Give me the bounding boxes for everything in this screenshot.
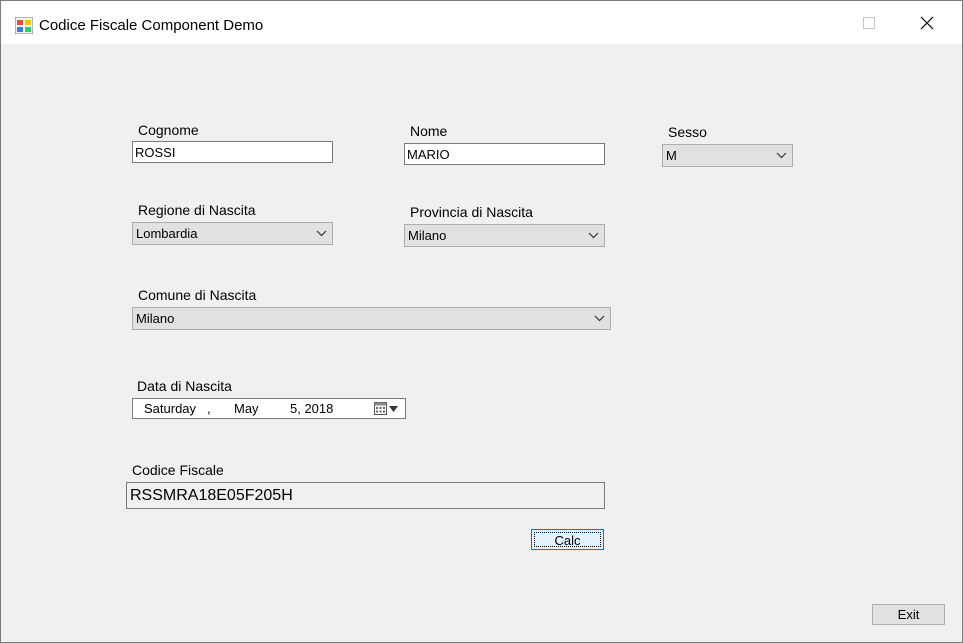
regione-label: Regione di Nascita <box>138 202 256 218</box>
app-icon <box>15 17 33 34</box>
birth-date-picker[interactable]: Saturday , May 5, 2018 <box>132 398 406 419</box>
provincia-value: Milano <box>408 228 447 243</box>
date-separator: , <box>207 401 211 416</box>
comune-select[interactable]: Milano <box>132 307 611 330</box>
title-bar[interactable]: Codice Fiscale Component Demo <box>1 1 962 44</box>
data-label: Data di Nascita <box>137 378 232 394</box>
exit-button[interactable]: Exit <box>872 604 945 625</box>
cognome-label: Cognome <box>138 122 199 138</box>
calendar-icon[interactable] <box>374 401 387 415</box>
chevron-down-icon <box>776 152 787 159</box>
minimize-icon <box>818 18 828 28</box>
window-title: Codice Fiscale Component Demo <box>39 17 264 34</box>
regione-value: Lombardia <box>136 226 198 241</box>
date-month[interactable]: May <box>234 401 259 416</box>
sesso-select[interactable]: M <box>662 144 793 167</box>
app-window: Codice Fiscale Component Demo Cognome RO… <box>0 0 963 643</box>
close-icon <box>920 16 934 29</box>
minimize-button[interactable] <box>800 1 846 44</box>
provincia-label: Provincia di Nascita <box>410 204 533 220</box>
date-weekday[interactable]: Saturday <box>144 401 196 416</box>
nome-field[interactable]: MARIO <box>404 143 605 165</box>
codice-label: Codice Fiscale <box>132 462 224 478</box>
calc-button-label: Calc <box>534 532 601 548</box>
maximize-icon <box>863 16 875 29</box>
comune-value: Milano <box>136 311 175 326</box>
close-button[interactable] <box>904 1 950 44</box>
maximize-button[interactable] <box>846 1 892 44</box>
regione-select[interactable]: Lombardia <box>132 222 333 245</box>
sesso-value: M <box>666 148 677 163</box>
nome-label: Nome <box>410 123 448 139</box>
chevron-down-icon <box>316 230 327 237</box>
cognome-field[interactable]: ROSSI <box>132 141 333 163</box>
chevron-down-icon <box>588 232 599 239</box>
comune-label: Comune di Nascita <box>138 287 257 303</box>
calc-button[interactable]: Calc <box>531 529 604 550</box>
codice-fiscale-field[interactable]: RSSMRA18E05F205H <box>126 482 605 509</box>
sesso-label: Sesso <box>668 124 707 140</box>
date-day-year[interactable]: 5, 2018 <box>290 401 333 416</box>
dropdown-arrow-icon[interactable] <box>389 406 398 412</box>
provincia-select[interactable]: Milano <box>404 224 605 247</box>
chevron-down-icon <box>594 315 605 322</box>
